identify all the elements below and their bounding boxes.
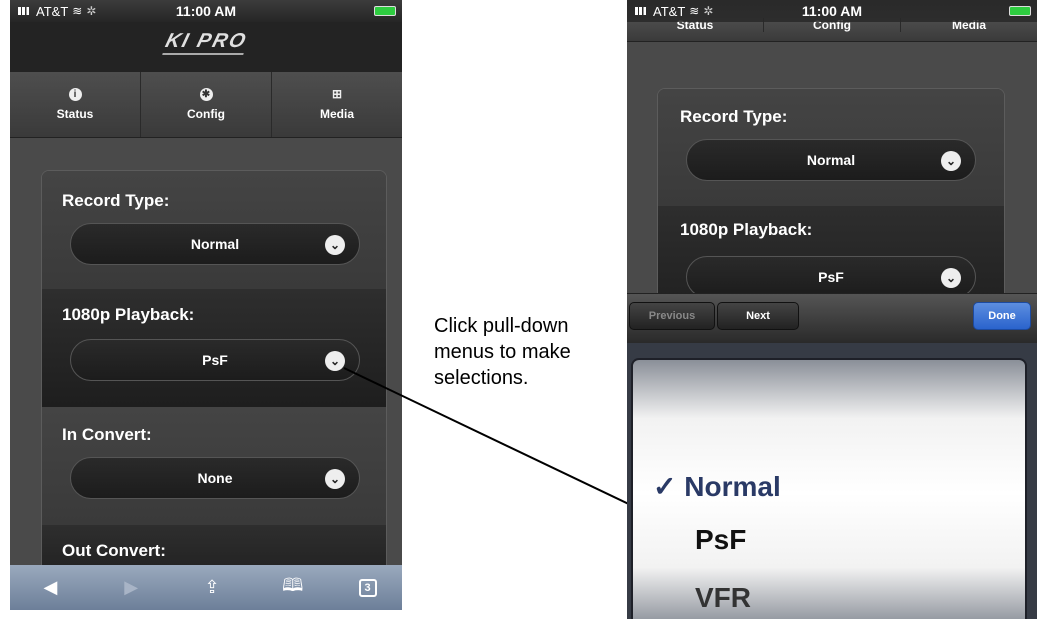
bookmarks-icon[interactable]: 🕮 (278, 573, 308, 603)
record-type-value: Normal (190, 236, 240, 252)
carrier-label: AT&T (36, 3, 69, 19)
option-picker[interactable]: ✓ Normal PsF VFR (631, 358, 1027, 619)
clock: 11:00 AM (801, 3, 863, 19)
ki-pro-logo: KI PRO (162, 30, 250, 55)
record-type-section: Record Type: Normal ⌄ (658, 89, 1004, 206)
record-type-value: Normal (806, 152, 856, 168)
next-button[interactable]: Next (717, 302, 799, 330)
carrier: AT&T ≋ ✲ (635, 4, 713, 19)
back-arrow-icon[interactable]: ◀ (35, 577, 65, 598)
carrier-label: AT&T (653, 3, 686, 19)
clock: 11:00 AM (175, 3, 237, 19)
picker-option-normal[interactable]: ✓ Normal (653, 470, 781, 503)
record-type-select[interactable]: Normal ⌄ (686, 139, 976, 181)
wifi-icon: ≋ (689, 4, 700, 18)
wifi-icon: ≋ (72, 4, 83, 18)
playback-label: 1080p Playback: (62, 305, 195, 324)
in-convert-section: In Convert: None ⌄ (42, 407, 386, 525)
tab-config[interactable]: ✱ Config (141, 72, 272, 137)
previous-button[interactable]: Previous (629, 302, 715, 330)
carrier: AT&T ≋ ✲ (18, 4, 96, 19)
battery-icon (374, 6, 396, 16)
picker-option-normal-label: Normal (684, 471, 781, 502)
playback-select[interactable]: PsF ⌄ (70, 339, 360, 381)
grid-icon: ⊞ (331, 87, 343, 101)
phone-screenshot-config: AT&T ≋ ✲ 11:00 AM KI PRO i Status ✱ Config… (10, 0, 402, 610)
playback-value: PsF (818, 269, 844, 285)
picker-option-psf[interactable]: PsF (695, 524, 746, 556)
app-header: KI PRO (10, 22, 402, 72)
settings-card: Record Type: Normal ⌄ 1080p Playback: Ps… (41, 170, 387, 590)
record-type-select[interactable]: Normal ⌄ (70, 223, 360, 265)
playback-section: 1080p Playback: PsF ⌄ (42, 289, 386, 407)
record-type-label: Record Type: (680, 107, 788, 126)
checkmark-icon: ✓ (653, 471, 677, 502)
status-bar: AT&T ≋ ✲ 11:00 AM (627, 0, 1037, 22)
tab-media[interactable]: ⊞ Media (272, 72, 402, 137)
share-icon[interactable]: ⇪ (197, 577, 227, 598)
done-button[interactable]: Done (973, 302, 1031, 330)
chevron-down-icon: ⌄ (325, 235, 345, 255)
form-accessory-bar: Previous Next Done (627, 293, 1037, 343)
callout-text: Click pull-down menus to make selections… (434, 315, 571, 389)
browser-toolbar: ◀ ▶ ⇪ 🕮 3 (10, 565, 402, 610)
picker-option-vfr[interactable]: VFR (695, 582, 751, 614)
chevron-down-icon: ⌄ (325, 351, 345, 371)
gear-icon: ✱ (199, 88, 213, 101)
playback-select[interactable]: PsF ⌄ (686, 256, 976, 298)
in-convert-label: In Convert: (62, 425, 152, 444)
status-bar: AT&T ≋ ✲ 11:00 AM (10, 0, 402, 22)
settings-card: Record Type: Normal ⌄ 1080p Playback: Ps… (657, 88, 1005, 328)
phone-screenshot-picker: Status Config Media AT&T ≋ ✲ 11:00 AM Re… (627, 0, 1037, 619)
playback-value: PsF (202, 352, 228, 368)
chevron-down-icon: ⌄ (325, 469, 345, 489)
tab-media-label: Media (319, 107, 354, 121)
record-type-section: Record Type: Normal ⌄ (42, 171, 386, 289)
info-icon: i (68, 88, 82, 101)
battery-icon (1009, 6, 1031, 16)
tab-status[interactable]: i Status (10, 72, 141, 137)
tab-status-label: Status (56, 107, 94, 121)
activity-icon: ✲ (703, 4, 714, 18)
in-convert-value: None (197, 470, 233, 486)
pages-icon[interactable]: 3 (358, 578, 377, 597)
playback-label: 1080p Playback: (680, 220, 813, 239)
forward-arrow-icon[interactable]: ▶ (116, 577, 146, 598)
in-convert-select[interactable]: None ⌄ (70, 457, 360, 499)
activity-icon: ✲ (86, 4, 97, 18)
signal-icon (635, 7, 649, 15)
record-type-label: Record Type: (62, 191, 170, 210)
signal-icon (18, 7, 32, 15)
chevron-down-icon: ⌄ (941, 268, 961, 288)
tab-config-label: Config (187, 107, 225, 121)
out-convert-label: Out Convert: (62, 541, 166, 560)
tab-bar: i Status ✱ Config ⊞ Media (10, 72, 402, 138)
chevron-down-icon: ⌄ (941, 151, 961, 171)
